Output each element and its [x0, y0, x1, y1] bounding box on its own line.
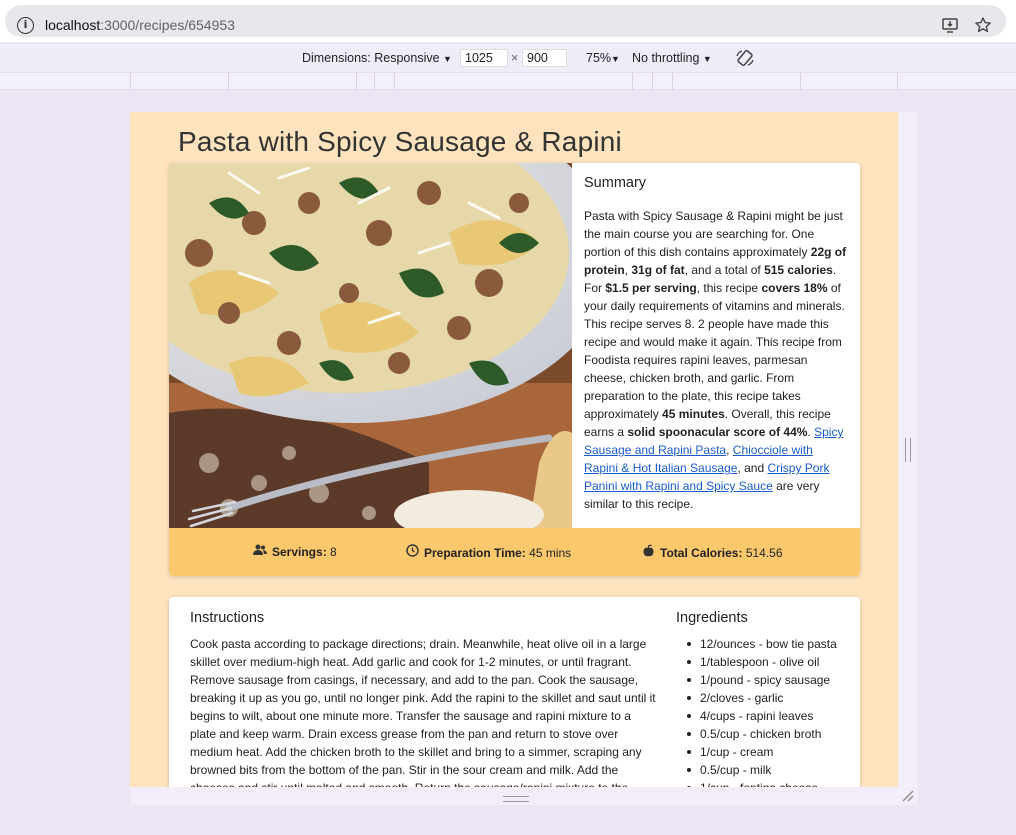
instructions-heading: Instructions [190, 610, 265, 626]
ingredients-section: Ingredients 12/ounces - bow tie pasta 1/… [676, 610, 851, 787]
summary-text: Pasta with Spicy Sausage & Rapini might … [584, 209, 847, 511]
media-query-bar[interactable] [0, 72, 1016, 90]
bottom-resize-handle[interactable] [503, 796, 529, 802]
height-input[interactable]: 900 [522, 49, 567, 67]
ingredient-item: 12/ounces - bow tie pasta [676, 635, 851, 653]
servings-stat: Servings: 8 [253, 544, 337, 559]
zoom-label: 75% [586, 51, 612, 65]
summary-section: Summary Pasta with Spicy Sausage & Rapin… [584, 175, 849, 513]
prep-time-stat: Preparation Time: 45 mins [405, 544, 571, 560]
side-resize-handle[interactable] [905, 438, 911, 462]
ingredient-item: 0.5/cup - milk [676, 761, 851, 779]
chevron-down-icon: ▼ [702, 54, 712, 64]
corner-resize-handle[interactable] [900, 790, 916, 804]
install-icon[interactable] [941, 16, 959, 34]
clock-icon [405, 544, 419, 560]
recipe-title: Pasta with Spicy Sausage & Rapini [178, 126, 622, 157]
throttling-label: No throttling [632, 51, 700, 65]
ingredient-item: 1/cup - cream [676, 743, 851, 761]
apple-icon [641, 544, 655, 560]
times-sign: × [511, 51, 519, 65]
recipe-stats-bar: Servings: 8 Preparation Time: 45 mins To… [169, 528, 860, 576]
calories-stat: Total Calories: 514.56 [641, 544, 783, 560]
chevron-down-icon: ▼ [443, 54, 452, 64]
ingredient-item: 1/cup - fontina cheese [676, 779, 851, 787]
browser-toolbar: i localhost:3000/recipes/654953 [0, 0, 1016, 42]
instructions-section: Instructions Cook pasta according to pac… [190, 610, 660, 787]
throttling-dropdown[interactable]: No throttling ▼ [632, 51, 712, 65]
address-bar[interactable]: i localhost:3000/recipes/654953 [5, 5, 1006, 37]
recipe-summary-card: Summary Pasta with Spicy Sausage & Rapin… [169, 163, 860, 576]
ingredients-heading: Ingredients [676, 610, 748, 626]
url-text[interactable]: localhost:3000/recipes/654953 [45, 17, 235, 33]
dimensions-label: Dimensions: Responsive [302, 51, 440, 65]
rotate-icon[interactable] [735, 48, 755, 71]
dimensions-dropdown[interactable]: Dimensions: Responsive ▼ [302, 51, 452, 65]
width-input[interactable]: 1025 [460, 49, 508, 67]
instructions-text: Cook pasta according to package directio… [190, 637, 656, 787]
ingredient-item: 4/cups - rapini leaves [676, 707, 851, 725]
chevron-down-icon: ▼ [611, 54, 620, 64]
ingredient-item: 1/tablespoon - olive oil [676, 653, 851, 671]
ingredients-list: 12/ounces - bow tie pasta 1/tablespoon -… [676, 635, 851, 787]
site-info-icon[interactable]: i [17, 17, 34, 34]
recipe-photo [169, 163, 572, 528]
device-toolbar: Dimensions: Responsive ▼ 1025 × 900 75%▼… [0, 44, 1016, 72]
ingredient-item: 2/cloves - garlic [676, 689, 851, 707]
star-icon[interactable] [974, 16, 992, 34]
recipe-details-card: Instructions Cook pasta according to pac… [169, 597, 860, 787]
zoom-dropdown[interactable]: 75%▼ [586, 51, 620, 65]
emulated-viewport: Pasta with Spicy Sausage & Rapini Summar… [130, 112, 898, 787]
ingredient-item: 0.5/cup - chicken broth [676, 725, 851, 743]
summary-heading: Summary [584, 175, 647, 191]
ingredient-item: 1/pound - spicy sausage [676, 671, 851, 689]
url-host: localhost [45, 17, 101, 33]
url-path: :3000/recipes/654953 [100, 17, 235, 33]
users-icon [253, 544, 267, 559]
